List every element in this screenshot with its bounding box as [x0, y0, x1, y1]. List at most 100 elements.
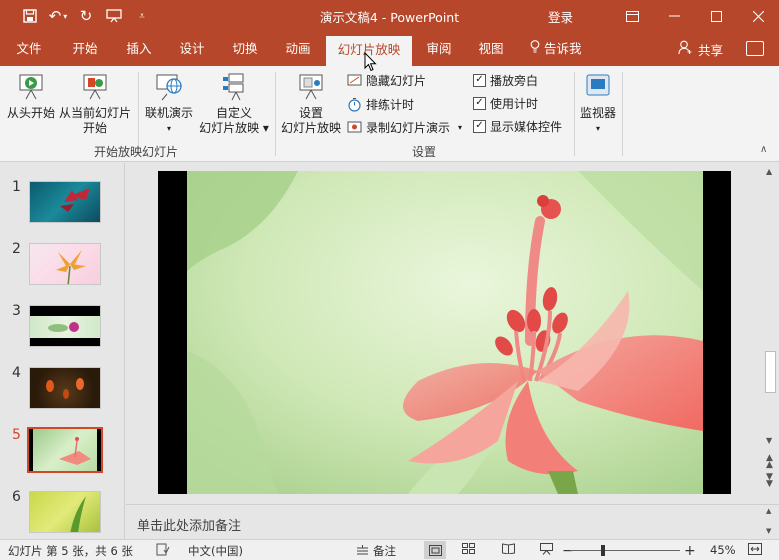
online-label: 联机演示 [144, 106, 193, 120]
ribbon: 从头开始 从当前幻灯片 开始 联机演示 ▾ 自定义 幻灯片放映 ▾ 开始放映幻灯… [0, 66, 779, 162]
use-timings-label: 使用计时 [490, 96, 539, 111]
slide-5-image [27, 427, 103, 473]
monitor-label: 监视器 [579, 106, 616, 120]
slide-thumbnail[interactable]: 2 [0, 239, 124, 295]
person-icon [678, 40, 693, 58]
status-bar: 幻灯片 第 5 张，共 6 张 中文(中国) 备注 − + 45% [0, 539, 779, 560]
slide-number: 2 [12, 241, 21, 257]
rehearse-label: 排练计时 [366, 97, 415, 112]
ribbon-tabs: 文件 开始 插入 设计 切换 动画 幻灯片放映 审阅 视图 告诉我 共享 [0, 32, 779, 66]
present-online-button[interactable]: 联机演示 ▾ [141, 72, 197, 136]
next-slide-icon[interactable]: ▼ ▼ [766, 473, 773, 489]
share-label: 共享 [698, 42, 724, 58]
group-label-setup: 设置 [412, 145, 437, 159]
tell-me-box[interactable]: 告诉我 [530, 32, 582, 66]
setup-slideshow-icon [299, 74, 323, 100]
login-link[interactable]: 登录 [548, 7, 573, 26]
notes-scroll-up-icon[interactable]: ▲ [766, 507, 771, 515]
zoom-slider-thumb[interactable] [601, 545, 605, 556]
slide-thumbnail[interactable]: 4 [0, 363, 124, 419]
redo-icon[interactable]: ↻ [72, 6, 100, 26]
from-current-slide-button[interactable]: 从当前幻灯片 开始 [58, 72, 132, 136]
title-bar: ↶ ▾ ↻ ⩡ 演示文稿4 - PowerPoint 登录 [0, 0, 779, 32]
slide-thumbnails-pane: 1 2 3 4 5 6 [0, 163, 125, 539]
setup-slideshow-button[interactable]: 设置 幻灯片放映 [280, 72, 342, 136]
scrollbar-thumb[interactable] [765, 351, 776, 393]
start-slideshow-icon[interactable] [100, 6, 128, 26]
setup-label-2: 幻灯片放映 [280, 121, 341, 135]
notes-icon [357, 545, 368, 555]
normal-view-icon[interactable] [424, 541, 446, 559]
current-slide[interactable] [158, 171, 731, 494]
zoom-out-icon[interactable]: − [562, 543, 574, 559]
slide-sorter-view-icon[interactable] [462, 543, 475, 554]
from-beginning-label: 从头开始 [6, 106, 55, 120]
from-current-label-2: 开始 [82, 121, 107, 135]
custom-label-2: 幻灯片放映 ▾ [199, 121, 269, 135]
slide-number: 1 [12, 179, 21, 195]
slide-counter: 幻灯片 第 5 张，共 6 张 [8, 544, 133, 558]
record-slideshow-button[interactable]: 录制幻灯片演示 ▾ [347, 118, 462, 136]
show-media-controls-checkbox[interactable]: ✓ 显示媒体控件 [473, 117, 562, 135]
play-narrations-label: 播放旁白 [490, 73, 539, 88]
tab-insert[interactable]: 插入 [116, 32, 162, 66]
tab-transitions[interactable]: 切换 [222, 32, 268, 66]
customize-qat-icon[interactable]: ⩡ [128, 6, 156, 26]
hide-slide-button[interactable]: 隐藏幻灯片 [347, 71, 426, 89]
zoom-slider[interactable] [570, 550, 680, 551]
tab-home[interactable]: 开始 [62, 32, 108, 66]
slide-1-image [29, 181, 101, 223]
maximize-icon[interactable] [695, 0, 737, 32]
notes-pane[interactable]: 单击此处添加备注 ▲ ▼ [126, 504, 779, 540]
notes-toggle-button[interactable]: 备注 [356, 543, 396, 559]
custom-slideshow-button[interactable]: 自定义 幻灯片放映 ▾ [197, 72, 271, 136]
save-icon[interactable] [16, 6, 44, 26]
slide-thumbnail[interactable]: 6 [0, 487, 124, 543]
use-timings-checkbox[interactable]: ✓ 使用计时 [473, 94, 538, 112]
vertical-scrollbar[interactable]: ▲ ▼ ▲ ▲ ▼ ▼ [762, 163, 779, 503]
slide-number: 6 [12, 489, 21, 505]
slide-thumbnail[interactable]: 1 [0, 177, 124, 233]
comment-icon[interactable] [746, 41, 764, 56]
stopwatch-icon [348, 97, 361, 112]
notes-scroll-down-icon[interactable]: ▼ [766, 527, 771, 535]
globe-icon [156, 74, 182, 101]
monitor-icon [586, 74, 610, 96]
share-button[interactable]: 共享 [678, 32, 723, 66]
spelling-check-icon[interactable] [156, 543, 170, 556]
play-narrations-checkbox[interactable]: ✓ 播放旁白 [473, 71, 538, 89]
slide-6-image [29, 491, 101, 533]
from-beginning-button[interactable]: 从头开始 [4, 72, 58, 121]
slide-3-image [29, 305, 101, 347]
tab-review[interactable]: 审阅 [416, 32, 462, 66]
previous-slide-icon[interactable]: ▲ ▲ [766, 454, 773, 470]
reading-view-icon[interactable] [502, 543, 515, 554]
tab-file[interactable]: 文件 [8, 32, 50, 66]
scroll-up-icon[interactable]: ▲ [766, 167, 772, 176]
language-indicator[interactable]: 中文(中国) [188, 543, 243, 559]
slide-thumbnail[interactable]: 3 [0, 301, 124, 357]
slideshow-view-icon[interactable] [540, 543, 553, 555]
record-label: 录制幻灯片演示 [366, 120, 451, 135]
collapse-ribbon-icon[interactable]: ∧ [760, 144, 767, 155]
custom-slideshow-icon [223, 73, 244, 101]
close-icon[interactable] [737, 0, 779, 32]
slide-thumbnail-selected[interactable]: 5 [0, 425, 124, 481]
rehearse-timings-button[interactable]: 排练计时 [347, 95, 414, 113]
scroll-down-icon[interactable]: ▼ [766, 436, 772, 445]
undo-icon[interactable]: ↶ ▾ [44, 6, 72, 26]
monitors-button[interactable]: 监视器 ▾ [577, 72, 619, 136]
show-media-controls-label: 显示媒体控件 [490, 119, 563, 134]
zoom-level[interactable]: 45% [710, 543, 736, 557]
group-label-start: 开始放映幻灯片 [94, 145, 179, 159]
custom-label-1: 自定义 [215, 106, 252, 120]
minimize-icon[interactable] [653, 0, 695, 32]
tab-animations[interactable]: 动画 [275, 32, 321, 66]
mouse-cursor-icon [364, 51, 377, 75]
tab-view[interactable]: 视图 [468, 32, 514, 66]
fit-to-window-icon[interactable] [748, 543, 762, 555]
from-current-label-1: 从当前幻灯片 [58, 106, 131, 120]
ribbon-display-options-icon[interactable] [611, 0, 653, 32]
tab-design[interactable]: 设计 [169, 32, 215, 66]
zoom-in-icon[interactable]: + [684, 543, 696, 559]
